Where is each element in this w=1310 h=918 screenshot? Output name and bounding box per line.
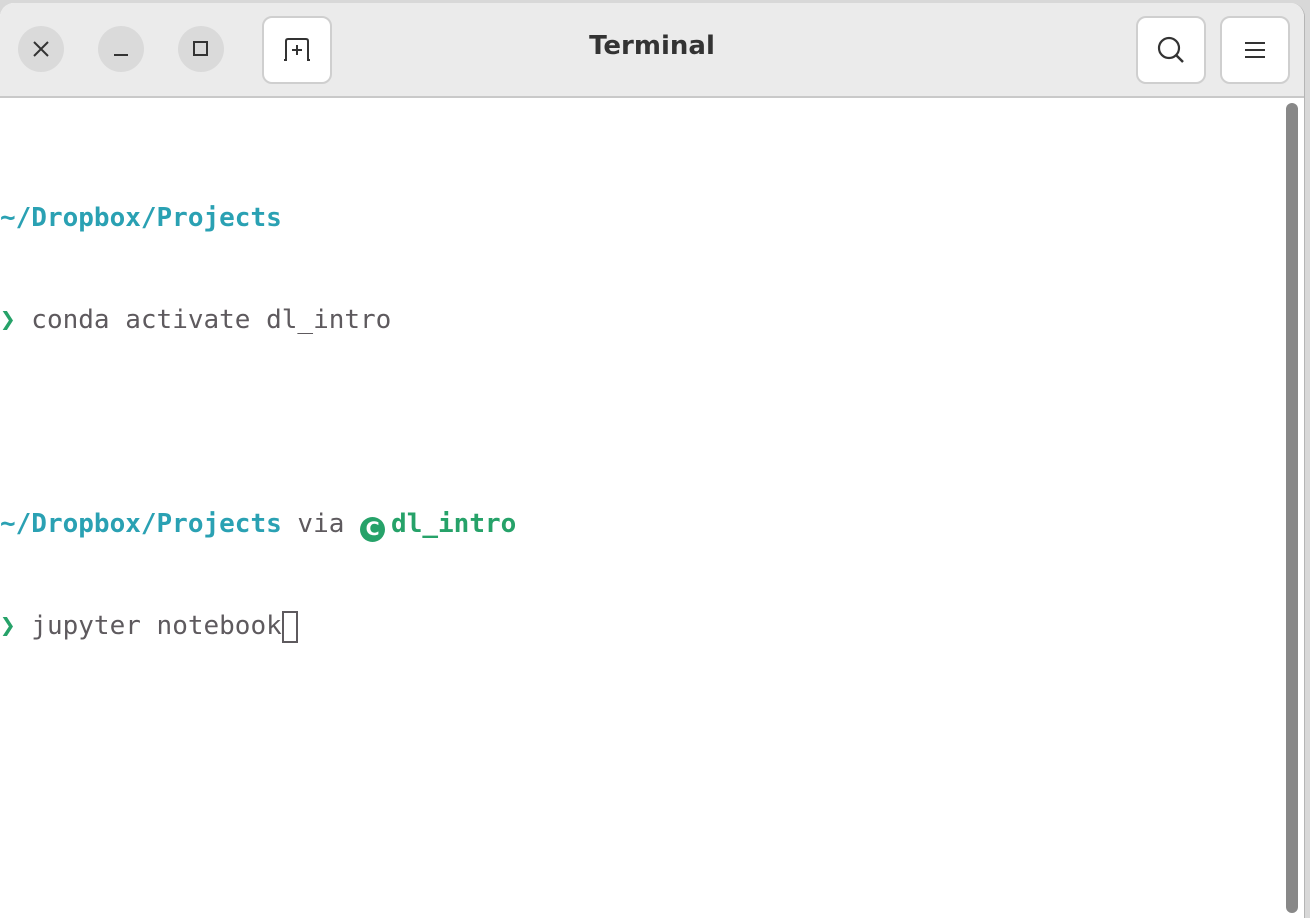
window-title: Terminal — [589, 31, 715, 61]
command-text: jupyter notebook — [15, 611, 282, 641]
scrollbar[interactable] — [1286, 103, 1298, 913]
terminal-window: Terminal ~/Dropbox/Projects ❯ conda acti… — [0, 3, 1305, 918]
text-cursor — [281, 611, 298, 643]
terminal-line: ~/Dropbox/Projects via Cdl_intro — [0, 507, 517, 542]
cwd-path: ~/Dropbox/Projects — [0, 509, 282, 539]
titlebar: Terminal — [0, 3, 1304, 98]
search-icon — [1157, 36, 1184, 63]
conda-env-name: dl_intro — [391, 509, 517, 539]
via-text: via — [281, 509, 361, 539]
prompt-symbol: ❯ — [0, 611, 16, 641]
hamburger-menu-icon — [1245, 42, 1265, 58]
menu-button[interactable] — [1220, 16, 1290, 84]
conda-icon: C — [360, 517, 386, 542]
prompt-symbol: ❯ — [0, 305, 16, 335]
command-text: conda activate dl_intro — [15, 305, 392, 335]
terminal-line: ❯ conda activate dl_intro — [0, 303, 516, 337]
terminal-line: ❯ jupyter notebook — [0, 609, 516, 643]
cwd-path: ~/Dropbox/Projects — [0, 203, 282, 233]
terminal-line: ~/Dropbox/Projects — [0, 201, 516, 235]
terminal-output[interactable]: ~/Dropbox/Projects ❯ conda activate dl_i… — [0, 133, 516, 711]
search-button[interactable] — [1136, 16, 1206, 84]
